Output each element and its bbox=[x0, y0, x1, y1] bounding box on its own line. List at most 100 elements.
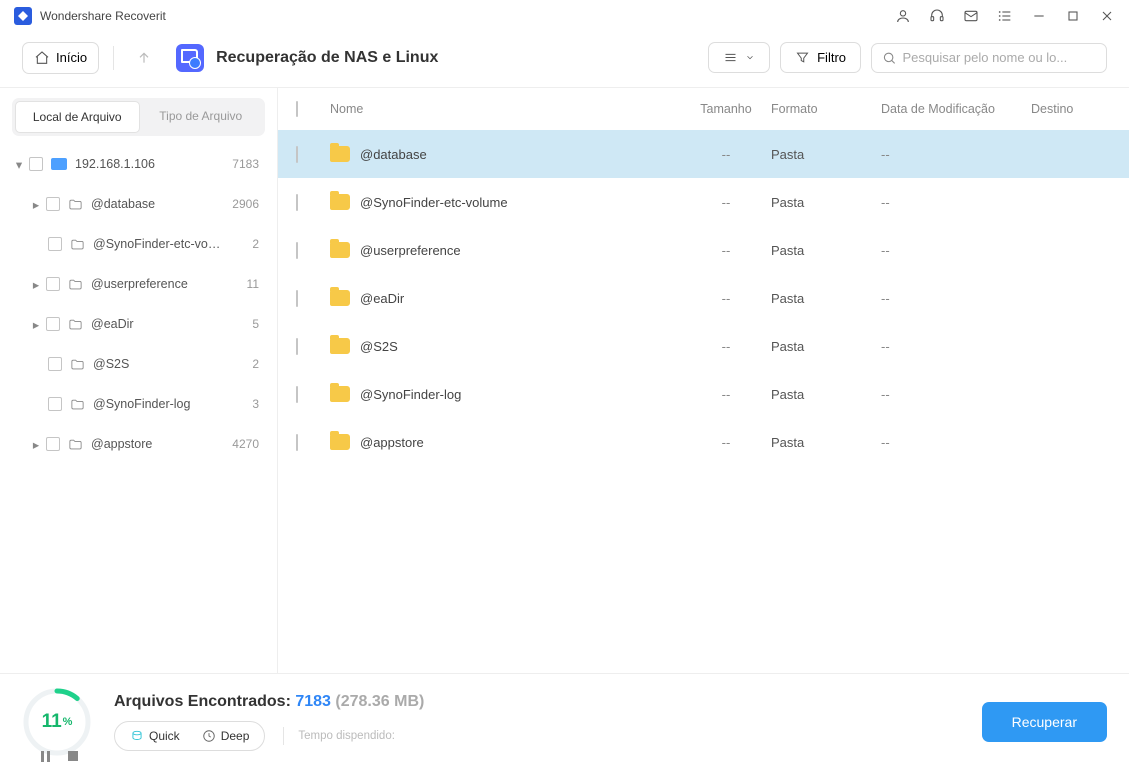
home-icon bbox=[34, 50, 50, 66]
row-format: Pasta bbox=[771, 339, 881, 354]
mode-quick[interactable]: Quick bbox=[119, 725, 191, 747]
row-checkbox[interactable] bbox=[296, 194, 298, 211]
chevron-right-icon[interactable]: ▸ bbox=[30, 277, 42, 292]
chevron-down-icon[interactable]: ▾ bbox=[13, 157, 25, 172]
folder-icon bbox=[70, 357, 85, 372]
tree-item[interactable]: ▸@eaDir5 bbox=[8, 304, 269, 344]
disk-icon bbox=[51, 158, 67, 170]
progress-ring: 11% bbox=[22, 687, 92, 757]
tree-item-label: @SynoFinder-etc-volu... bbox=[93, 237, 223, 251]
row-checkbox[interactable] bbox=[296, 338, 298, 355]
home-label: Início bbox=[56, 50, 87, 65]
found-count: 7183 bbox=[295, 693, 331, 710]
checkbox[interactable] bbox=[29, 157, 43, 171]
checkbox[interactable] bbox=[48, 237, 62, 251]
tree-item-count: 2906 bbox=[232, 197, 259, 211]
row-checkbox[interactable] bbox=[296, 290, 298, 307]
filter-button[interactable]: Filtro bbox=[780, 42, 861, 73]
main-area: Local de Arquivo Tipo de Arquivo ▾ 192.1… bbox=[0, 88, 1129, 673]
row-name: @SynoFinder-etc-volume bbox=[360, 195, 508, 210]
chevron-right-icon[interactable]: ▸ bbox=[30, 437, 42, 452]
row-checkbox[interactable] bbox=[296, 386, 298, 403]
chevron-right-icon[interactable]: ▸ bbox=[30, 197, 42, 212]
titlebar-actions bbox=[895, 8, 1115, 24]
folder-icon bbox=[68, 277, 83, 292]
search-box[interactable] bbox=[871, 43, 1107, 73]
row-size: -- bbox=[681, 147, 771, 162]
table-row[interactable]: @database--Pasta-- bbox=[278, 130, 1129, 178]
header-name[interactable]: Nome bbox=[330, 102, 681, 116]
table-row[interactable]: @userpreference--Pasta-- bbox=[278, 226, 1129, 274]
maximize-icon[interactable] bbox=[1065, 8, 1081, 24]
list-icon[interactable] bbox=[997, 8, 1013, 24]
row-date: -- bbox=[881, 435, 1031, 450]
tree-item[interactable]: @SynoFinder-log3 bbox=[8, 384, 269, 424]
folder-icon bbox=[68, 197, 83, 212]
row-size: -- bbox=[681, 291, 771, 306]
home-button[interactable]: Início bbox=[22, 42, 99, 74]
row-checkbox[interactable] bbox=[296, 242, 298, 259]
folder-icon bbox=[330, 194, 350, 210]
header-dest[interactable]: Destino bbox=[1031, 102, 1111, 116]
view-mode-button[interactable] bbox=[708, 42, 770, 73]
stop-button[interactable] bbox=[66, 749, 80, 763]
headset-icon[interactable] bbox=[929, 8, 945, 24]
titlebar: Wondershare Recoverit bbox=[0, 0, 1129, 32]
close-icon[interactable] bbox=[1099, 8, 1115, 24]
tree-item-count: 2 bbox=[252, 357, 259, 371]
app-title: Wondershare Recoverit bbox=[40, 9, 166, 23]
checkbox[interactable] bbox=[46, 317, 60, 331]
tree-item[interactable]: ▸@userpreference11 bbox=[8, 264, 269, 304]
table-row[interactable]: @S2S--Pasta-- bbox=[278, 322, 1129, 370]
filter-label: Filtro bbox=[817, 50, 846, 65]
pause-button[interactable] bbox=[38, 749, 52, 763]
row-date: -- bbox=[881, 195, 1031, 210]
tree-item-label: @SynoFinder-log bbox=[93, 397, 190, 411]
tree-item[interactable]: @S2S 2 bbox=[8, 344, 269, 384]
minimize-icon[interactable] bbox=[1031, 8, 1047, 24]
table-row[interactable]: @appstore--Pasta-- bbox=[278, 418, 1129, 466]
chevron-right-icon[interactable]: ▸ bbox=[30, 317, 42, 332]
checkbox[interactable] bbox=[46, 277, 60, 291]
user-icon[interactable] bbox=[895, 8, 911, 24]
row-name: @S2S bbox=[360, 339, 398, 354]
feature-title: Recuperação de NAS e Linux bbox=[216, 49, 438, 67]
files-found-line: Arquivos Encontrados: 7183 (278.36 MB) bbox=[114, 693, 424, 711]
table-row[interactable]: @SynoFinder-etc-volume--Pasta-- bbox=[278, 178, 1129, 226]
checkbox[interactable] bbox=[48, 397, 62, 411]
tab-file-type[interactable]: Tipo de Arquivo bbox=[140, 101, 263, 133]
tree-item-label: @eaDir bbox=[91, 317, 134, 331]
sidebar: Local de Arquivo Tipo de Arquivo ▾ 192.1… bbox=[0, 88, 278, 673]
table-header: Nome Tamanho Formato Data de Modificação… bbox=[278, 88, 1129, 130]
row-checkbox[interactable] bbox=[296, 146, 298, 163]
tree-item-label: @appstore bbox=[91, 437, 152, 451]
mail-icon[interactable] bbox=[963, 8, 979, 24]
header-format[interactable]: Formato bbox=[771, 102, 881, 116]
checkbox[interactable] bbox=[46, 197, 60, 211]
tree-root[interactable]: ▾ 192.168.1.106 7183 bbox=[8, 144, 269, 184]
table-row[interactable]: @eaDir--Pasta-- bbox=[278, 274, 1129, 322]
row-date: -- bbox=[881, 147, 1031, 162]
search-input[interactable] bbox=[902, 50, 1096, 65]
row-date: -- bbox=[881, 387, 1031, 402]
progress-unit: % bbox=[63, 716, 73, 728]
folder-icon bbox=[330, 338, 350, 354]
mode-deep[interactable]: Deep bbox=[191, 725, 261, 747]
header-size[interactable]: Tamanho bbox=[681, 102, 771, 116]
up-button[interactable] bbox=[128, 42, 160, 74]
tree-item[interactable]: ▸@appstore4270 bbox=[8, 424, 269, 464]
checkbox[interactable] bbox=[46, 437, 60, 451]
tab-file-location[interactable]: Local de Arquivo bbox=[15, 101, 140, 133]
tree-root-label: 192.168.1.106 bbox=[75, 157, 155, 171]
table-row[interactable]: @SynoFinder-log--Pasta-- bbox=[278, 370, 1129, 418]
tree-item[interactable]: @SynoFinder-etc-volu...2 bbox=[8, 224, 269, 264]
select-all-checkbox[interactable] bbox=[296, 101, 298, 117]
checkbox[interactable] bbox=[48, 357, 62, 371]
recover-button[interactable]: Recuperar bbox=[982, 702, 1107, 742]
header-date[interactable]: Data de Modificação bbox=[881, 102, 1031, 116]
row-checkbox[interactable] bbox=[296, 434, 298, 451]
scan-mode-toggle[interactable]: Quick Deep bbox=[114, 721, 265, 751]
found-label: Arquivos Encontrados: bbox=[114, 693, 295, 710]
tree-item[interactable]: ▸@database2906 bbox=[8, 184, 269, 224]
tree-item-label: @S2S bbox=[93, 357, 129, 371]
